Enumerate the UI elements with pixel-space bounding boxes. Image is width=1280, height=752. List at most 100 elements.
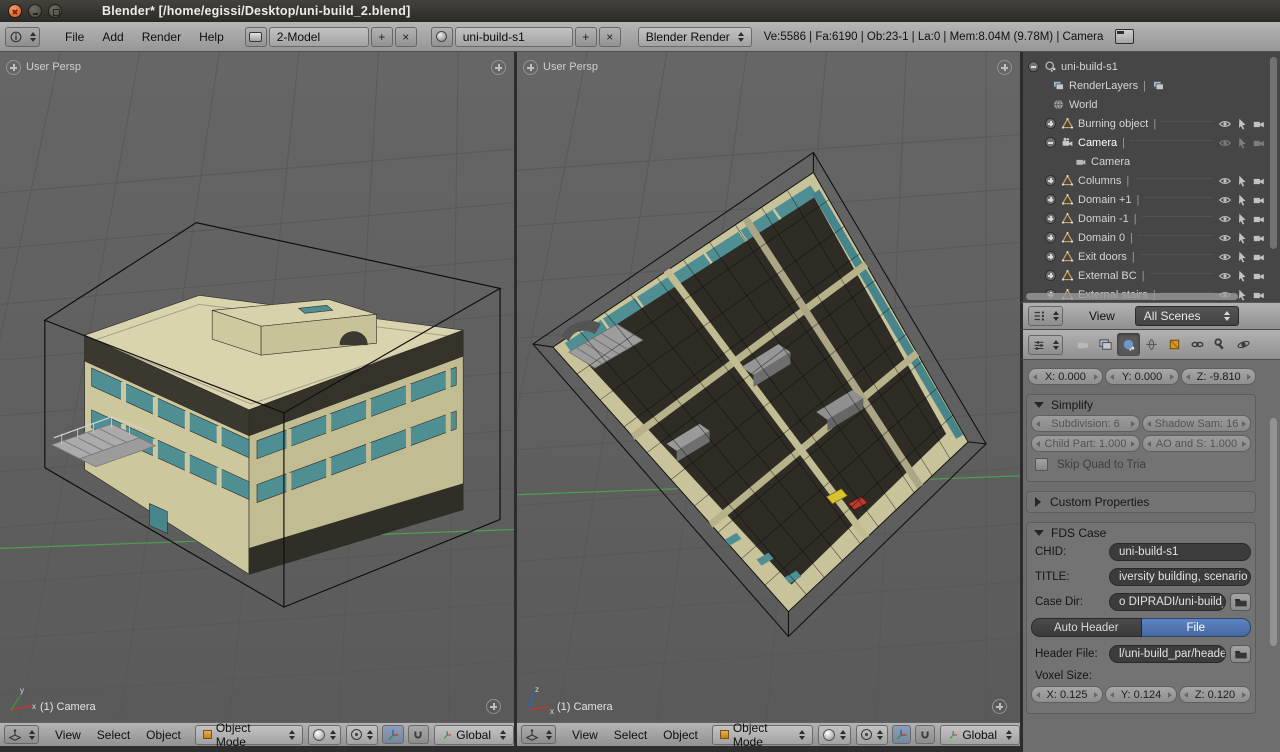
region-expand-icon[interactable] [992, 699, 1007, 714]
editor-type-button[interactable] [1028, 306, 1063, 326]
gravity-y-field[interactable]: Y: 0.000 [1105, 368, 1180, 385]
render-restrict-icon[interactable] [1252, 117, 1266, 131]
render-restrict-icon[interactable] [1252, 136, 1266, 150]
menu-file[interactable]: File [56, 30, 93, 44]
building-model-underside[interactable] [553, 172, 968, 611]
viewport-left[interactable]: User Persp x y (1) Camera [0, 52, 514, 722]
screen-add-button[interactable]: + [371, 27, 393, 47]
render-restrict-icon[interactable] [1252, 231, 1266, 245]
gravity-z-field[interactable]: Z: -9.810 [1181, 368, 1256, 385]
window-maximize-button[interactable] [48, 4, 62, 18]
mode-dropdown[interactable]: Object Mode [195, 725, 304, 745]
viewport-left-scene[interactable] [0, 52, 514, 722]
voxel-z-field[interactable]: Z: 0.120 [1179, 686, 1251, 703]
visibility-eye-icon[interactable] [1218, 250, 1232, 264]
manipulator-toggle-button[interactable] [892, 725, 912, 744]
window-minimize-button[interactable] [28, 4, 42, 18]
shading-dropdown[interactable] [818, 725, 851, 745]
outliner-row-exit-doors[interactable]: Exit doors | [1023, 247, 1280, 266]
auto-header-toggle-button[interactable]: Auto Header [1031, 618, 1142, 637]
visibility-eye-icon[interactable] [1218, 231, 1232, 245]
editor-type-button[interactable] [4, 725, 39, 744]
window-close-button[interactable] [8, 4, 22, 18]
simplify-ao-sss-field[interactable]: AO and S: 1.000 [1142, 435, 1251, 452]
screen-browse-button[interactable] [245, 27, 267, 47]
outliner-horizontal-scrollbar[interactable] [1026, 293, 1238, 300]
tab-world[interactable] [1140, 333, 1163, 356]
case-dir-input[interactable]: o DIPRADI/uni-build_par/ [1109, 593, 1226, 611]
expand-toggle-icon[interactable] [1045, 194, 1056, 205]
editor-type-button[interactable] [1028, 335, 1063, 355]
outliner-row-columns[interactable]: Columns | [1023, 171, 1280, 190]
tab-render[interactable] [1071, 333, 1094, 356]
render-restrict-icon[interactable] [1252, 193, 1266, 207]
selectability-cursor-icon[interactable] [1235, 250, 1249, 264]
viewport-right-scene[interactable] [517, 52, 1020, 722]
visibility-eye-icon[interactable] [1218, 212, 1232, 226]
window-duplicate-icon[interactable] [1115, 29, 1134, 44]
properties-scrollbar[interactable] [1270, 418, 1277, 646]
editor-type-button[interactable] [521, 725, 556, 744]
tab-constraints[interactable] [1186, 333, 1209, 356]
outliner-row-domain-0[interactable]: Domain 0 | [1023, 228, 1280, 247]
render-restrict-icon[interactable] [1252, 269, 1266, 283]
tab-modifiers[interactable] [1209, 333, 1232, 356]
visibility-eye-icon[interactable] [1218, 136, 1232, 150]
scene-add-button[interactable]: + [575, 27, 597, 47]
collapse-toggle-icon[interactable] [1028, 61, 1039, 72]
voxel-y-field[interactable]: Y: 0.124 [1105, 686, 1177, 703]
visibility-eye-icon[interactable] [1218, 174, 1232, 188]
render-engine-dropdown[interactable]: Blender Render [638, 27, 752, 47]
menu-help[interactable]: Help [190, 30, 233, 44]
properties-shelf-expand-icon[interactable] [997, 60, 1012, 75]
expand-toggle-icon[interactable] [1045, 232, 1056, 243]
render-restrict-icon[interactable] [1252, 250, 1266, 264]
file-toggle-button[interactable]: File [1142, 618, 1252, 637]
outliner-row-scene[interactable]: uni-build-s1 [1023, 57, 1280, 76]
case-dir-browse-button[interactable] [1230, 593, 1251, 611]
chid-input[interactable]: uni-build-s1 [1109, 543, 1251, 561]
title-input[interactable]: iversity building, scenario 1 [1109, 568, 1251, 586]
outliner-view-menu[interactable]: View [1081, 309, 1123, 323]
building-model[interactable] [85, 295, 464, 574]
pivot-dropdown[interactable] [346, 725, 378, 745]
outliner-row-burning-object[interactable]: Burning object | [1023, 114, 1280, 133]
orientation-dropdown[interactable]: Global [434, 725, 514, 745]
outliner-vertical-scrollbar[interactable] [1270, 57, 1277, 249]
selectability-cursor-icon[interactable] [1235, 193, 1249, 207]
selectability-cursor-icon[interactable] [1235, 269, 1249, 283]
outliner-row-renderlayers[interactable]: RenderLayers | [1023, 76, 1280, 95]
selectability-cursor-icon[interactable] [1235, 174, 1249, 188]
outliner-scope-dropdown[interactable]: All Scenes [1135, 306, 1239, 326]
outliner-row-camera[interactable]: Camera | [1023, 133, 1280, 152]
renderlayer-toggle-icon[interactable] [1152, 79, 1165, 92]
snap-toggle-button[interactable] [915, 725, 935, 744]
selectability-cursor-icon[interactable] [1235, 117, 1249, 131]
shading-dropdown[interactable] [308, 725, 341, 745]
scene-browse-button[interactable] [431, 27, 453, 47]
outliner-row-domain-plus1[interactable]: Domain +1 | [1023, 190, 1280, 209]
expand-toggle-icon[interactable] [1045, 118, 1056, 129]
outliner-row-external-bc[interactable]: External BC | [1023, 266, 1280, 285]
object-menu[interactable]: Object [138, 728, 189, 742]
menu-add[interactable]: Add [93, 30, 132, 44]
header-file-browse-button[interactable] [1230, 645, 1251, 663]
manipulator-toggle-button[interactable] [382, 725, 403, 744]
select-menu[interactable]: Select [606, 728, 655, 742]
visibility-eye-icon[interactable] [1218, 269, 1232, 283]
visibility-eye-icon[interactable] [1218, 193, 1232, 207]
view-menu[interactable]: View [47, 728, 89, 742]
expand-toggle-icon[interactable] [1045, 270, 1056, 281]
render-restrict-icon[interactable] [1252, 212, 1266, 226]
orientation-dropdown[interactable]: Global [940, 725, 1020, 745]
skip-quad-to-triangles-checkbox[interactable] [1035, 458, 1048, 471]
tab-scene[interactable] [1117, 333, 1140, 356]
simplify-subdivision-field[interactable]: Subdivision: 6 [1031, 415, 1140, 432]
collapse-toggle-icon[interactable] [1045, 137, 1056, 148]
object-menu[interactable]: Object [655, 728, 706, 742]
selectability-cursor-icon[interactable] [1235, 231, 1249, 245]
custom-properties-panel-header[interactable]: Custom Properties [1027, 492, 1255, 512]
expand-toggle-icon[interactable] [1045, 175, 1056, 186]
tab-physics[interactable] [1232, 333, 1255, 356]
header-file-input[interactable]: l/uni-build_par/header.fds [1109, 645, 1226, 663]
